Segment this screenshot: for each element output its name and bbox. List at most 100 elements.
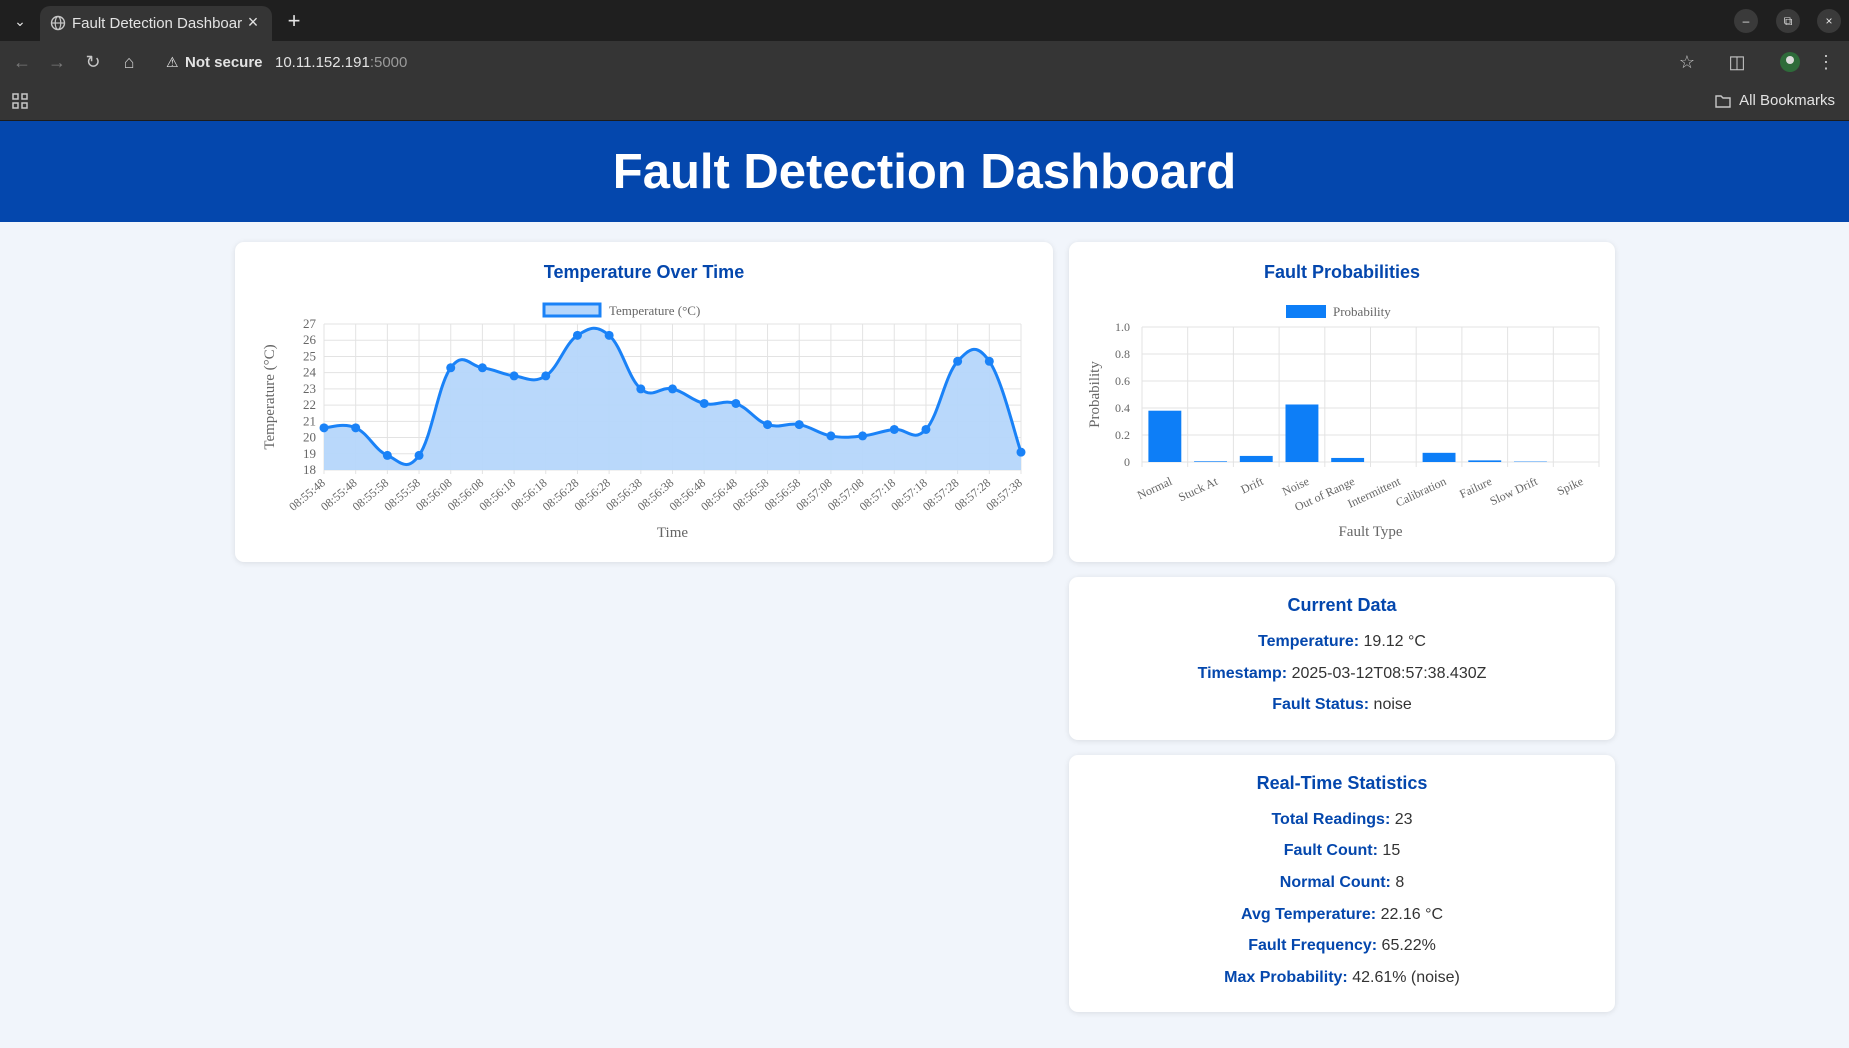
- x-tick-label: Slow Drift: [1488, 474, 1541, 509]
- current-status-row: Fault Status: noise: [1069, 696, 1615, 714]
- browser-tab[interactable]: Fault Detection Dashboard ×: [40, 6, 272, 41]
- x-tick-label: Stuck At: [1176, 474, 1220, 505]
- back-icon[interactable]: ←: [9, 49, 35, 75]
- menu-kebab-icon[interactable]: ⋮: [1813, 49, 1839, 75]
- stat-value: 42.61% (noise): [1352, 969, 1460, 986]
- y-tick-label: 0: [1124, 455, 1130, 469]
- probability-bar: [1331, 457, 1365, 462]
- security-label: Not secure: [185, 54, 263, 71]
- stat-value: 23: [1394, 811, 1413, 828]
- url-host: 10.11.152.191: [275, 54, 370, 71]
- y-tick-label: 21: [303, 413, 316, 428]
- y-tick-label: 26: [303, 332, 317, 347]
- page-header: Fault Detection Dashboard: [0, 121, 1849, 222]
- globe-icon: [50, 15, 66, 31]
- statistics-card: Real-Time Statistics Total Readings: 23 …: [1069, 755, 1615, 1012]
- temperature-point: [699, 398, 709, 408]
- stat-label: Fault Count:: [1283, 842, 1378, 859]
- probability-bar: [1285, 404, 1319, 462]
- x-axis-title: Fault Type: [1338, 524, 1402, 540]
- stat-label: Avg Temperature:: [1240, 906, 1377, 923]
- close-window-icon[interactable]: ×: [1817, 9, 1841, 33]
- stat-row: Avg Temperature: 22.16 °C: [1069, 906, 1615, 924]
- y-tick-label: 18: [303, 462, 316, 477]
- x-tick-label: Normal: [1135, 474, 1175, 502]
- stat-label: Max Probability:: [1224, 969, 1348, 986]
- stat-row: Normal Count: 8: [1069, 874, 1615, 892]
- url-port: :5000: [369, 54, 408, 71]
- fault-probabilities-card: Fault Probabilities Probability 0 0.2 0.4 0.…: [1069, 242, 1615, 562]
- temperature-point: [541, 371, 551, 381]
- current-data-card: Current Data Temperature: 19.12 °C Times…: [1069, 577, 1615, 740]
- stat-label: Total Readings:: [1271, 811, 1391, 828]
- probability-bar: [1194, 461, 1228, 462]
- x-tick-label: Intermittent: [1345, 474, 1403, 511]
- legend-label: Temperature (°C): [609, 303, 700, 318]
- temperature-point: [604, 330, 614, 340]
- tab-strip: ⌄ Fault Detection Dashboard × + – ⧉ ×: [0, 0, 1849, 41]
- extensions-icon[interactable]: ◫: [1724, 49, 1750, 75]
- restore-icon[interactable]: ⧉: [1776, 9, 1800, 33]
- close-tab-icon[interactable]: ×: [242, 11, 264, 33]
- x-tick-label: Calibration: [1393, 474, 1448, 510]
- y-tick-label: 23: [303, 381, 316, 396]
- current-timestamp-value: 2025-03-12T08:57:38.430Z: [1291, 665, 1487, 682]
- temperature-point: [1016, 447, 1026, 457]
- forward-icon[interactable]: →: [44, 49, 70, 75]
- legend-swatch: [542, 302, 602, 318]
- temperature-point: [794, 420, 804, 430]
- temperature-point: [509, 371, 519, 381]
- minimize-icon[interactable]: –: [1734, 9, 1758, 33]
- temperature-point: [668, 384, 677, 394]
- x-tick-label: Drift: [1238, 474, 1266, 497]
- stat-row: Fault Frequency: 65.22%: [1069, 937, 1615, 955]
- tab-search-chevron-icon[interactable]: ⌄: [8, 9, 32, 33]
- stat-value: 65.22%: [1381, 937, 1436, 954]
- probability-bar: [1239, 455, 1273, 462]
- probability-bar: [1468, 460, 1502, 462]
- temperature-point: [351, 423, 361, 433]
- bookmark-star-icon[interactable]: ☆: [1674, 49, 1700, 75]
- tab-title: Fault Detection Dashboard: [72, 15, 242, 32]
- stat-row: Max Probability: 42.61% (noise): [1069, 969, 1615, 987]
- stat-label: Fault Frequency:: [1248, 937, 1378, 954]
- browser-toolbar: ← → ↻ ⌂ ⚠ Not secure 10.11.152.191:5000 …: [0, 41, 1849, 82]
- temperature-point: [984, 356, 994, 366]
- temperature-point: [382, 450, 392, 460]
- y-axis-title: Probability: [1087, 361, 1103, 428]
- current-timestamp-label: Timestamp:: [1197, 665, 1288, 682]
- statistics-title: Real-Time Statistics: [1256, 773, 1428, 793]
- y-tick-label: 0.6: [1115, 374, 1130, 388]
- y-tick-label: 22: [303, 397, 316, 412]
- profile-avatar-icon[interactable]: [1777, 49, 1803, 75]
- temperature-line-chart: Temperature (°C) 181920 21222324 252627 08:5…: [262, 302, 1026, 541]
- current-temperature-value: 19.12 °C: [1363, 633, 1426, 650]
- home-icon[interactable]: ⌂: [116, 49, 142, 75]
- probability-bar: [1422, 452, 1456, 462]
- stat-value: 8: [1395, 874, 1405, 891]
- reload-icon[interactable]: ↻: [80, 49, 106, 75]
- current-temperature-row: Temperature: 19.12 °C: [1069, 633, 1615, 651]
- temperature-point: [572, 330, 582, 340]
- new-tab-icon[interactable]: +: [281, 8, 307, 34]
- all-bookmarks-button[interactable]: All Bookmarks: [1715, 92, 1835, 109]
- temperature-point: [446, 363, 456, 373]
- y-tick-label: 0.8: [1115, 347, 1130, 361]
- temperature-card: Temperature Over Time Temperature (°C) 18…: [235, 242, 1053, 562]
- y-tick-label: 24: [303, 365, 317, 380]
- fault-probability-bar-chart: Probability 0 0.2 0.4 0.6 0.8 1.0 Normal Stuck A…: [1087, 304, 1600, 540]
- stat-value: 15: [1382, 842, 1401, 859]
- all-bookmarks-label: All Bookmarks: [1739, 92, 1835, 109]
- apps-grid-icon[interactable]: [12, 93, 28, 109]
- stat-row: Fault Count: 15: [1069, 842, 1615, 860]
- y-tick-label: 0.4: [1115, 401, 1130, 415]
- current-timestamp-row: Timestamp: 2025-03-12T08:57:38.430Z: [1069, 665, 1615, 683]
- x-axis-title: Time: [657, 525, 688, 541]
- address-bar[interactable]: ⚠ Not secure 10.11.152.191:5000: [158, 45, 1688, 79]
- stat-row: Total Readings: 23: [1069, 811, 1615, 829]
- y-tick-label: 20: [303, 430, 316, 445]
- temperature-point: [477, 363, 487, 373]
- temperature-point: [953, 356, 963, 366]
- temperature-point: [636, 384, 646, 394]
- y-tick-label: 19: [303, 446, 316, 461]
